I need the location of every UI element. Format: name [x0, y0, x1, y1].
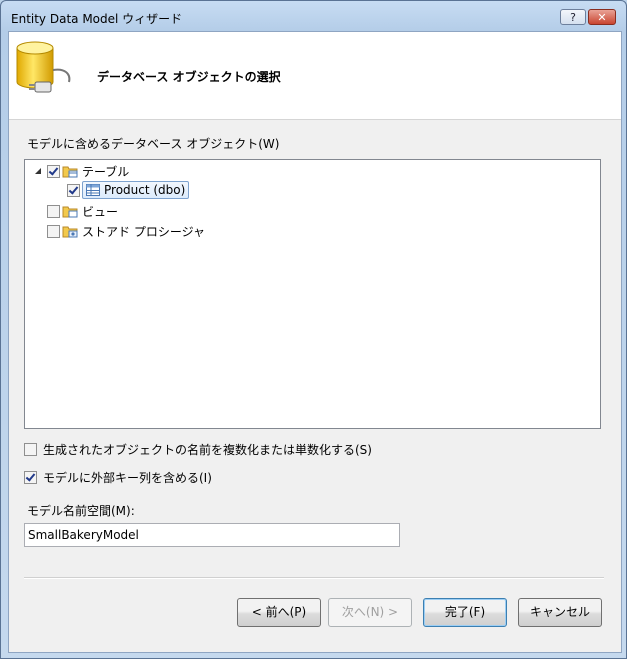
expand-collapse-icon[interactable] [33, 166, 43, 176]
selected-node[interactable]: Product (dbo) [82, 181, 190, 199]
tree-node-label: テーブル [82, 164, 130, 179]
table-icon [86, 184, 100, 196]
folder-icon [62, 226, 78, 238]
help-button[interactable]: ? [560, 9, 586, 25]
wizard-window: Entity Data Model ウィザード ? ✕ データベース オブジェク… [0, 0, 627, 659]
tables-checkbox[interactable] [47, 164, 60, 178]
finish-button[interactable]: 完了(F) [423, 598, 507, 627]
separator [24, 577, 604, 579]
foreign-keys-checkbox[interactable] [24, 471, 37, 484]
namespace-input[interactable] [24, 523, 400, 547]
tree-node-views[interactable]: ビュー [47, 202, 118, 220]
foreign-keys-option[interactable]: モデルに外部キー列を含める(I) [24, 469, 212, 486]
pluralize-checkbox[interactable] [24, 443, 37, 456]
tree-node-product[interactable]: Product (dbo) [67, 181, 190, 199]
tree-node-tables[interactable]: テーブル [33, 162, 129, 180]
page-title: データベース オブジェクトの選択 [97, 70, 281, 84]
back-button[interactable]: < 前へ(P) [237, 598, 321, 627]
pluralize-option[interactable]: 生成されたオブジェクトの名前を複数化または単数化する(S) [24, 441, 372, 458]
pluralize-label: 生成されたオブジェクトの名前を複数化または単数化する(S) [43, 443, 372, 457]
stored-procedures-checkbox[interactable] [47, 224, 60, 238]
tree-node-stored-procedures[interactable]: ストアド プロシージャ [47, 222, 205, 240]
database-plug-icon [16, 41, 71, 93]
next-button[interactable]: 次へ(N) > [328, 598, 412, 627]
tree-node-label: Product (dbo) [104, 183, 186, 197]
folder-icon [62, 166, 78, 178]
views-checkbox[interactable] [47, 204, 60, 218]
namespace-label: モデル名前空間(M): [27, 504, 135, 518]
title-bar[interactable]: Entity Data Model ウィザード ? ✕ [1, 1, 626, 33]
wizard-header: データベース オブジェクトの選択 [9, 32, 621, 120]
cancel-button[interactable]: キャンセル [518, 598, 602, 627]
close-button[interactable]: ✕ [588, 9, 616, 25]
object-tree[interactable]: テーブル Product (dbo) ビュー ストアド プロシージャ [24, 159, 601, 429]
folder-icon [62, 206, 78, 218]
wizard-client-area: データベース オブジェクトの選択 モデルに含めるデータベース オブジェクト(W)… [8, 31, 622, 653]
window-title: Entity Data Model ウィザード [11, 12, 183, 26]
tree-node-label: ストアド プロシージャ [82, 224, 205, 239]
foreign-keys-label: モデルに外部キー列を含める(I) [43, 471, 212, 485]
product-checkbox[interactable] [67, 183, 80, 197]
objects-label: モデルに含めるデータベース オブジェクト(W) [27, 137, 280, 151]
tree-node-label: ビュー [82, 204, 119, 219]
